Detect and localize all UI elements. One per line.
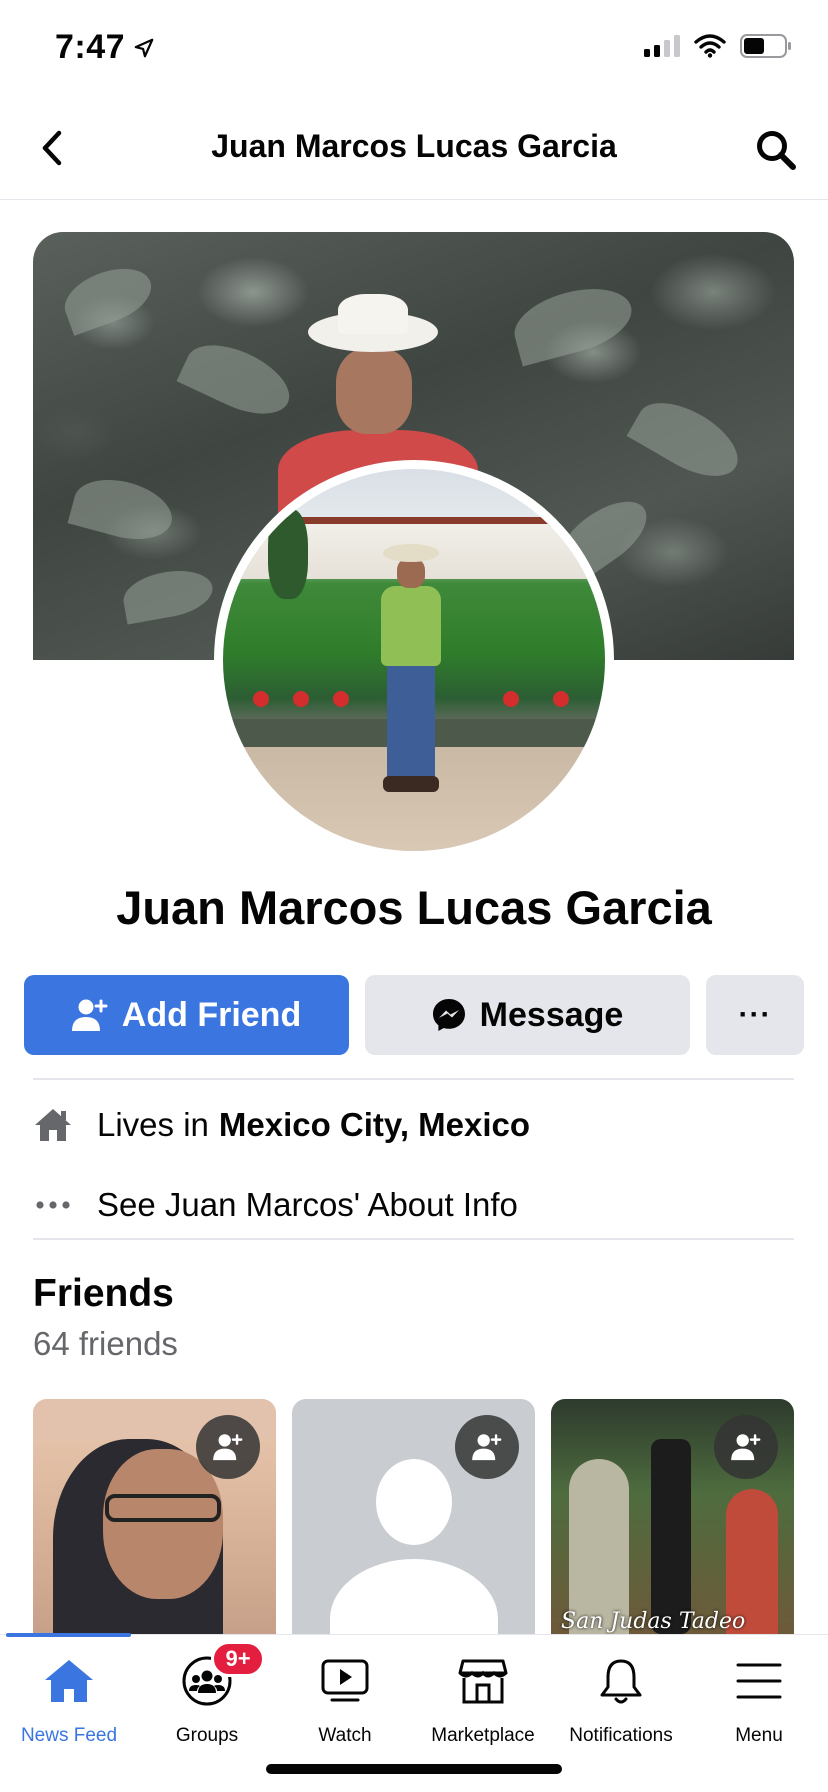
default-avatar-icon	[376, 1459, 452, 1545]
watch-icon	[315, 1651, 375, 1711]
profile-name: Juan Marcos Lucas Garcia	[116, 881, 712, 934]
groups-notification-badge: 9+	[211, 1641, 265, 1677]
message-label: Message	[479, 995, 624, 1034]
home-indicator[interactable]	[266, 1764, 562, 1774]
hamburger-menu-icon	[729, 1651, 789, 1711]
lives-in-row: Lives in Mexico City, Mexico	[33, 1095, 794, 1155]
add-friend-badge[interactable]	[714, 1415, 778, 1479]
friend-card-caption: San Judas Tadeo	[561, 1609, 746, 1634]
profile-picture[interactable]	[223, 469, 605, 851]
tab-groups[interactable]: 9+ Groups	[138, 1641, 276, 1761]
more-dots-icon	[33, 1185, 73, 1225]
add-friend-badge[interactable]	[196, 1415, 260, 1479]
wifi-icon	[694, 34, 726, 58]
add-friend-badge[interactable]	[455, 1415, 519, 1479]
search-button[interactable]	[750, 124, 802, 176]
page-title: Juan Marcos Lucas Garcia	[211, 128, 617, 164]
home-icon	[33, 1105, 73, 1145]
tab-notifications[interactable]: Notifications	[552, 1651, 690, 1761]
friend-cards: San Judas Tadeo	[33, 1399, 794, 1634]
search-icon	[757, 131, 796, 170]
groups-icon: 9+	[177, 1641, 265, 1711]
add-friend-icon	[213, 1434, 243, 1461]
marketplace-icon	[453, 1651, 513, 1711]
tab-label: Menu	[735, 1725, 783, 1746]
more-options-button[interactable]: ···	[706, 975, 804, 1055]
add-friend-label: Add Friend	[121, 995, 302, 1034]
navigation-header: Juan Marcos Lucas Garcia	[0, 100, 828, 200]
see-about-label: See Juan Marcos' About Info	[97, 1186, 518, 1223]
tab-label: Marketplace	[431, 1725, 535, 1746]
lives-in-place[interactable]: Mexico City, Mexico	[219, 1106, 530, 1144]
status-time-text: 7:47	[55, 28, 126, 66]
message-button[interactable]: Message	[365, 975, 690, 1055]
add-friend-button[interactable]: Add Friend	[24, 975, 349, 1055]
status-indicators	[644, 34, 792, 58]
tab-label: Groups	[175, 1725, 239, 1746]
battery-icon	[740, 34, 791, 58]
tab-label: Watch	[318, 1725, 372, 1746]
bell-icon	[591, 1651, 651, 1711]
tab-menu[interactable]: Menu	[690, 1651, 828, 1761]
status-bar: 7:47	[0, 0, 828, 100]
add-friend-icon	[71, 999, 108, 1031]
tab-label: Notifications	[569, 1725, 673, 1746]
divider	[33, 1238, 794, 1240]
profile-actions: Add Friend Message ···	[24, 975, 804, 1055]
friend-card[interactable]	[292, 1399, 535, 1634]
friends-section-title: Friends	[33, 1272, 174, 1315]
location-arrow-icon	[134, 38, 154, 57]
tab-label: News Feed	[20, 1725, 118, 1746]
messenger-icon	[432, 999, 465, 1031]
tab-watch[interactable]: Watch	[276, 1651, 414, 1761]
add-friend-icon	[472, 1434, 502, 1461]
lives-in-prefix: Lives in	[97, 1106, 209, 1143]
cellular-signal-icon	[644, 35, 680, 57]
home-icon	[39, 1651, 99, 1711]
friend-card[interactable]	[33, 1399, 276, 1634]
status-time: 7:47	[55, 28, 155, 67]
active-tab-indicator	[6, 1633, 131, 1637]
add-friend-icon	[731, 1434, 761, 1461]
more-options-icon: ···	[738, 998, 772, 1031]
friend-card[interactable]: San Judas Tadeo	[551, 1399, 794, 1634]
see-about-row[interactable]: See Juan Marcos' About Info	[33, 1175, 794, 1235]
tab-marketplace[interactable]: Marketplace	[414, 1651, 552, 1761]
friends-count[interactable]: 64 friends	[33, 1325, 178, 1363]
tab-news-feed[interactable]: News Feed	[0, 1651, 138, 1761]
divider	[33, 1078, 794, 1080]
